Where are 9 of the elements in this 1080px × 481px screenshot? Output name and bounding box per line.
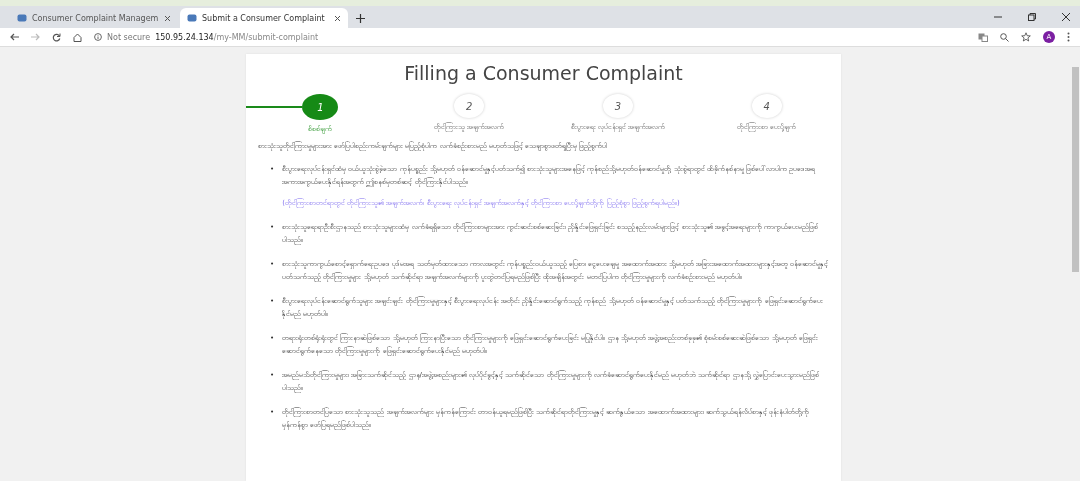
browser-tab[interactable]: Submit a Consumer Complaint (180, 8, 348, 28)
step-circle[interactable]: 2 (454, 94, 485, 118)
page-title: Filling a Consumer Complaint (403, 62, 684, 84)
browser-tab[interactable]: Consumer Complaint Managem (10, 8, 178, 28)
security-label[interactable]: Not secure (107, 32, 151, 42)
step-circle[interactable]: 1 (302, 94, 339, 120)
url-text[interactable]: 150.95.24.134/my-MM/submit-complaint (155, 32, 319, 42)
step-circle[interactable]: 4 (751, 94, 782, 118)
step-circle[interactable]: 3 (602, 94, 633, 118)
